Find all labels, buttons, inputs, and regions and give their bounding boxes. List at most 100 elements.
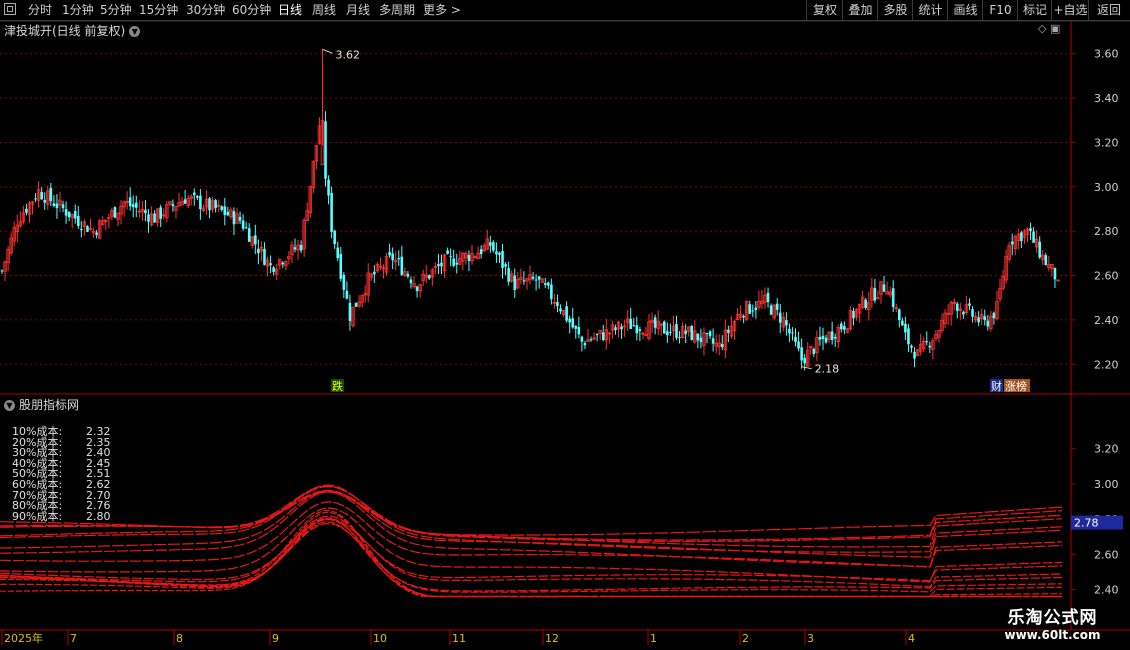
window-menu-icon[interactable]	[4, 3, 16, 15]
candle-body	[513, 275, 517, 290]
candle-body	[86, 226, 89, 232]
chevron-down-icon[interactable]: ▼	[4, 400, 15, 411]
toolbar-button[interactable]: 画线	[947, 0, 983, 20]
candle-body	[342, 274, 346, 290]
candle-body	[635, 325, 639, 334]
candle-body	[601, 332, 605, 340]
candle-body	[238, 216, 242, 221]
toolbar-button[interactable]: 统计	[912, 0, 948, 20]
x-tick-label: 3	[807, 632, 814, 645]
candle-body	[492, 242, 495, 251]
chip-cost-line	[0, 491, 1063, 568]
candle-body	[55, 203, 59, 209]
low-pointer	[801, 366, 812, 370]
y-tick-label: 3.60	[1094, 48, 1119, 61]
candle-body	[244, 227, 248, 229]
candle-body	[388, 252, 391, 256]
candle-body	[794, 336, 797, 342]
x-tick-label: 9	[272, 632, 279, 645]
period-tab[interactable]: 30分钟	[186, 0, 225, 20]
candle-body	[583, 343, 587, 346]
candle-body	[223, 206, 227, 216]
candle-body	[67, 211, 71, 218]
candle-body	[257, 248, 260, 254]
x-tick-label: 7	[70, 632, 77, 645]
time-axis: 2025年 7 8 9 10 11 12 1 2 3 4	[1, 630, 915, 645]
candle-body	[440, 262, 443, 267]
chip-distribution-lines	[0, 484, 1063, 598]
candle-body	[391, 253, 394, 261]
fall-marker: 跌	[332, 379, 343, 393]
candle-body	[748, 304, 752, 314]
candle-body	[962, 311, 965, 315]
candle-body	[897, 309, 901, 321]
candle-body	[171, 203, 175, 207]
diamond-icon[interactable]: ◇	[1038, 22, 1046, 35]
toolbar-button[interactable]: F10	[982, 0, 1018, 20]
x-tick-label: 2	[742, 632, 749, 645]
period-tab[interactable]: 1分钟	[62, 0, 94, 20]
candle-body	[437, 264, 440, 266]
period-tab[interactable]: 更多 >	[423, 0, 461, 20]
candle-body	[666, 331, 669, 336]
period-tab[interactable]: 60分钟	[232, 0, 271, 20]
candle-body	[348, 302, 352, 322]
toolbar-button[interactable]: 复权	[806, 0, 843, 20]
candle-body	[489, 242, 492, 246]
period-tab[interactable]: 分时	[28, 0, 52, 20]
candle-body	[803, 357, 806, 364]
y-tick-label: 2.20	[1094, 358, 1119, 371]
candle-body	[882, 284, 886, 292]
candle-body	[852, 310, 855, 319]
x-tick-label: 10	[373, 632, 387, 645]
period-tab[interactable]: 周线	[312, 0, 336, 20]
y-tick-label: 2.80	[1094, 225, 1119, 238]
candle-body	[397, 257, 401, 260]
candle-body	[95, 232, 98, 236]
candle-body	[788, 328, 791, 334]
toolbar-button[interactable]: 多股	[877, 0, 913, 20]
candlestick-series[interactable]	[0, 49, 1060, 371]
candle-body	[196, 196, 199, 198]
candle-body	[840, 323, 843, 330]
candle-body	[705, 333, 709, 335]
candle-body	[559, 308, 562, 312]
candle-body	[1020, 232, 1023, 242]
candle-body	[183, 199, 187, 204]
candle-body	[427, 275, 431, 279]
candle-body	[791, 332, 794, 334]
panel-controls: ◇ ▣	[1038, 22, 1060, 35]
period-tab[interactable]: 日线	[278, 0, 302, 20]
low-label: 2.18	[815, 363, 840, 376]
candle-body	[153, 213, 156, 223]
candle-body	[662, 321, 666, 334]
candle-body	[214, 200, 217, 209]
candle-body	[644, 334, 648, 336]
toolbar-button[interactable]: +自选	[1051, 0, 1089, 20]
candle-body	[504, 264, 507, 267]
toolbar-button[interactable]: 返回	[1088, 0, 1129, 20]
candle-body	[0, 270, 4, 272]
candle-body	[531, 276, 535, 279]
indicator-title[interactable]: ▼ 股朋指标网	[4, 396, 79, 413]
candle-body	[571, 318, 575, 328]
toolbar-button[interactable]: 叠加	[842, 0, 878, 20]
candle-body	[336, 247, 340, 259]
candle-body	[1044, 255, 1048, 266]
period-tab[interactable]: 多周期	[379, 0, 415, 20]
candle-body	[556, 302, 559, 307]
period-tab[interactable]: 月线	[346, 0, 370, 20]
candle-body	[43, 199, 47, 203]
candle-body	[192, 192, 196, 196]
period-tab[interactable]: 15分钟	[139, 0, 178, 20]
period-tab[interactable]: 5分钟	[100, 0, 132, 20]
candle-body	[684, 330, 687, 335]
candle-body	[797, 341, 800, 349]
stock-title[interactable]: 津投城开(日线 前复权) ▼	[4, 22, 141, 39]
chevron-down-icon[interactable]: ▼	[129, 26, 141, 37]
layout-toggle-icon[interactable]: ▣	[1050, 22, 1060, 35]
toolbar-button[interactable]: 标记	[1017, 0, 1052, 20]
candle-body	[565, 306, 568, 321]
candle-body	[1053, 268, 1057, 280]
candle-body	[455, 262, 459, 265]
